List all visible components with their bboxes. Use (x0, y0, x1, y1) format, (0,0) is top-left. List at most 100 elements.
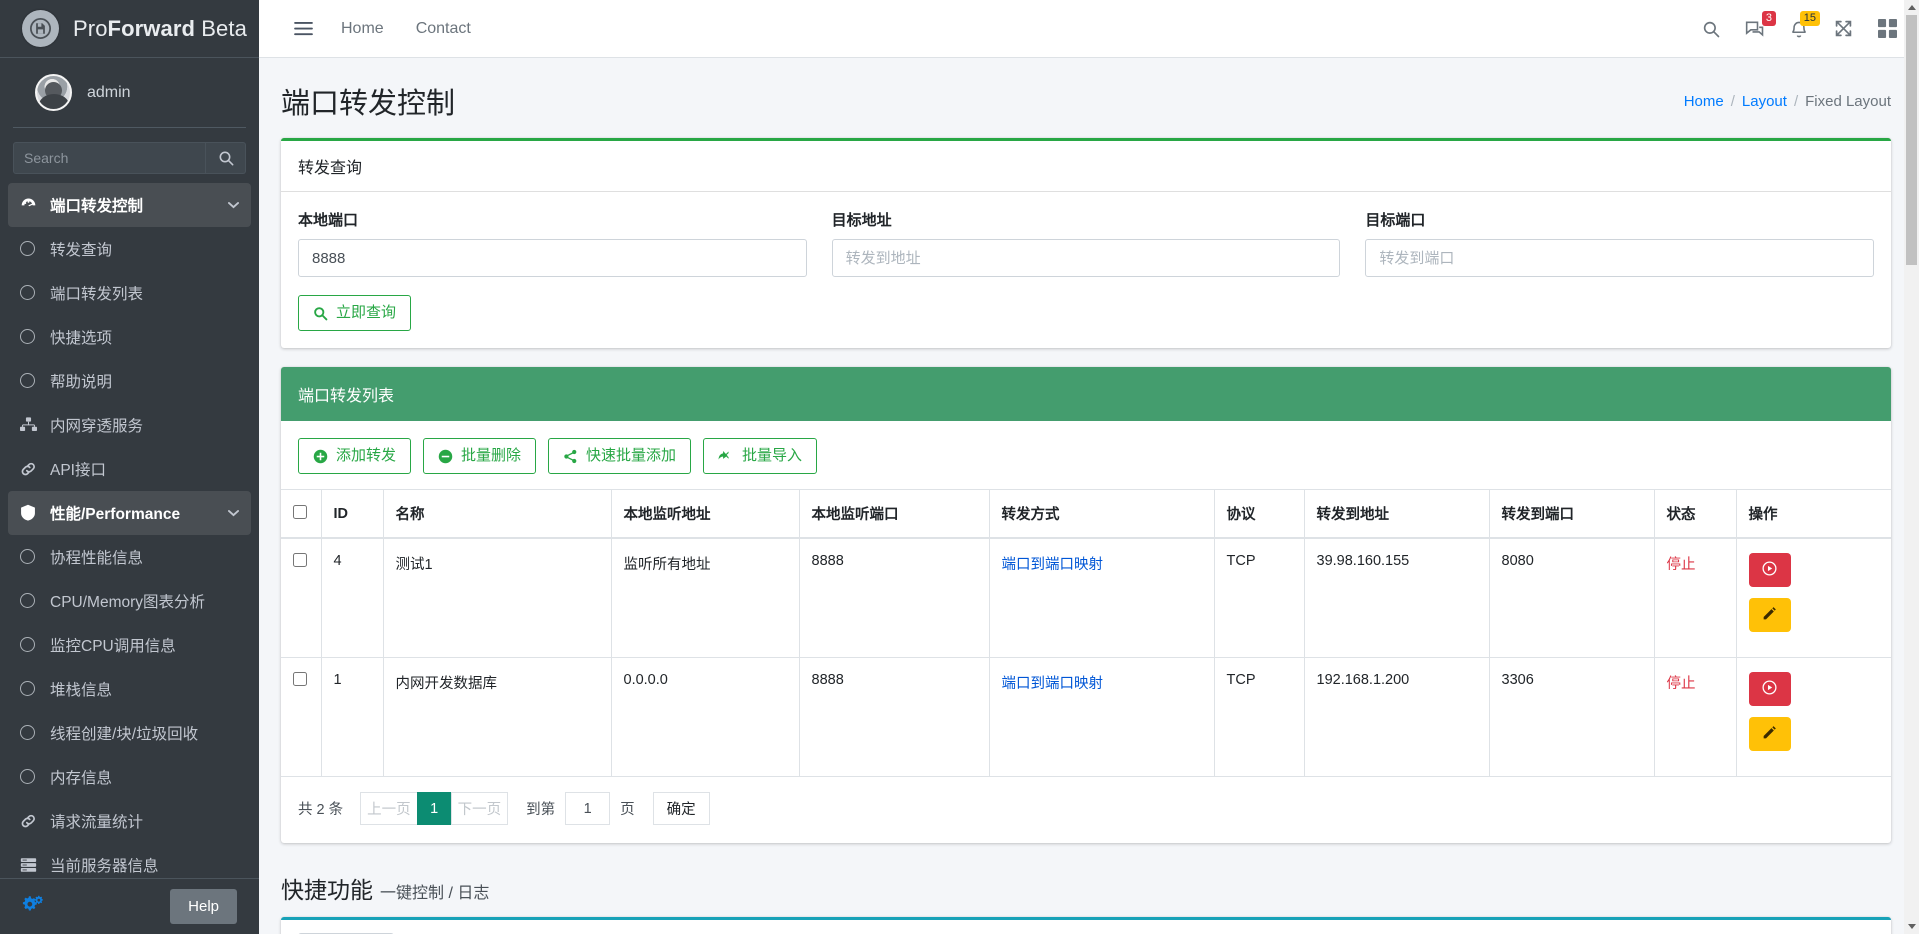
pagination-confirm-button[interactable]: 确定 (652, 792, 710, 825)
circle-icon (20, 593, 46, 609)
help-button[interactable]: Help (170, 889, 237, 924)
row-forward-mode-link[interactable]: 端口到端口映射 (1002, 557, 1104, 573)
add-forward-label: 添加转发 (336, 447, 397, 464)
sidebar-search[interactable] (13, 142, 246, 174)
row-checkbox[interactable] (293, 553, 307, 567)
sidebar-item-12[interactable]: 线程创建/块/垃圾回收 (8, 711, 251, 755)
field-local-port: 本地端口 (298, 209, 807, 277)
search-icon[interactable] (1689, 7, 1733, 51)
grid-icon[interactable] (1865, 7, 1909, 51)
circle-icon (20, 681, 46, 697)
pagination-next-button[interactable]: 下一页 (450, 792, 509, 825)
forward-list-title: 端口转发列表 (281, 367, 1891, 421)
search-input[interactable] (13, 142, 207, 174)
row-forward-mode[interactable]: 端口到端口映射 (988, 657, 1214, 777)
sidebar-item-13[interactable]: 内存信息 (8, 755, 251, 799)
edit-button[interactable] (1748, 717, 1791, 751)
sidebar-item-5[interactable]: 内网穿透服务 (8, 403, 251, 447)
batch-delete-label: 批量删除 (461, 447, 522, 464)
brand-pre: Pro (73, 15, 108, 41)
sidebar-item-9[interactable]: CPU/Memory图表分析 (8, 579, 251, 623)
sidebar-nav: 端口转发控制 转发查询 端口转发列表 快捷选项 帮助说明 内网穿透服务 API接口性能/Pe… (0, 182, 259, 878)
page-title: 端口转发控制 (281, 88, 456, 120)
target-address-input[interactable] (831, 239, 1341, 277)
row-listen-port: 8888 (798, 657, 989, 777)
start-button[interactable] (1748, 672, 1791, 706)
scroll-down-arrow[interactable] (1904, 919, 1919, 934)
sidebar-item-7[interactable]: 性能/Performance (8, 490, 251, 535)
messages-icon[interactable]: 3 (1733, 7, 1777, 51)
query-submit-label: 立即查询 (336, 304, 397, 321)
user-panel[interactable]: admin (13, 58, 246, 128)
row-operations (1735, 657, 1891, 777)
column-forward-mode: 转发方式 (988, 489, 1214, 539)
chevron-down-icon[interactable] (228, 198, 239, 212)
pagination-total: 共 2 条 (298, 802, 344, 818)
row-checkbox[interactable] (293, 672, 307, 686)
sidebar-item-3[interactable]: 快捷选项 (8, 315, 251, 359)
sidebar-item-4[interactable]: 帮助说明 (8, 359, 251, 403)
add-forward-button[interactable]: 添加转发 (298, 438, 412, 474)
brand-header[interactable]: ProForward Beta (0, 0, 259, 58)
start-button[interactable] (1748, 553, 1791, 587)
breadcrumb-separator: / (1730, 92, 1735, 110)
row-target-address: 192.168.1.200 (1303, 657, 1489, 777)
target-port-input[interactable] (1365, 239, 1875, 277)
sidebar-item-6[interactable]: API接口 (8, 447, 251, 491)
sidebar-item-10[interactable]: 监控CPU调用信息 (8, 623, 251, 667)
row-listen-port: 8888 (798, 538, 989, 658)
scroll-up-arrow[interactable] (1904, 0, 1919, 15)
batch-delete-button[interactable]: 批量删除 (423, 438, 537, 474)
scroll-thumb[interactable] (1906, 15, 1917, 265)
fullscreen-icon[interactable] (1821, 7, 1865, 51)
column-target-port: 转发到端口 (1488, 489, 1654, 539)
select-all-checkbox[interactable] (293, 504, 307, 519)
query-submit-button[interactable]: 立即查询 (298, 295, 412, 331)
sidebar-item-label: CPU/Memory图表分析 (50, 593, 206, 611)
quick-batch-add-button[interactable]: 快速批量添加 (548, 438, 692, 474)
row-forward-mode-link[interactable]: 端口到端口映射 (1002, 676, 1104, 692)
search-icon[interactable] (206, 142, 246, 174)
notifications-badge: 15 (1799, 10, 1820, 27)
pencil-icon (1762, 606, 1777, 624)
sidebar-item-0[interactable]: 端口转发控制 (8, 182, 251, 227)
sidebar-item-15[interactable]: 当前服务器信息 (8, 843, 251, 878)
nav-link-home[interactable]: Home (325, 20, 400, 38)
hamburger-icon[interactable] (281, 7, 325, 51)
minus-circle-icon (438, 449, 453, 464)
content-header: 端口转发控制 Home / Layout / Fixed Layout (259, 58, 1919, 138)
sidebar-item-14[interactable]: 请求流量统计 (8, 799, 251, 843)
gears-icon[interactable] (22, 894, 44, 919)
pagination-jump-input[interactable] (565, 792, 611, 825)
row-target-port: 3306 (1488, 657, 1654, 777)
pagination-prev-button[interactable]: 上一页 (360, 792, 418, 825)
row-forward-mode[interactable]: 端口到端口映射 (988, 538, 1214, 658)
bell-icon[interactable]: 15 (1777, 7, 1821, 51)
breadcrumb-item-0[interactable]: Home (1684, 93, 1724, 110)
sidebar-item-11[interactable]: 堆栈信息 (8, 667, 251, 711)
user-avatar (35, 74, 72, 111)
sitemap-icon (20, 416, 46, 433)
breadcrumb-item-1[interactable]: Layout (1742, 93, 1787, 110)
play-circle-icon (1761, 560, 1778, 580)
sidebar-item-2[interactable]: 端口转发列表 (8, 271, 251, 315)
sidebar-item-8[interactable]: 协程性能信息 (8, 535, 251, 579)
nav-link-contact[interactable]: Contact (400, 20, 487, 38)
chevron-down-icon[interactable] (228, 506, 239, 520)
sidebar-item-1[interactable]: 转发查询 (8, 227, 251, 271)
query-form-row: 本地端口 目标地址 目标端口 (298, 209, 1875, 277)
sidebar-item-label: 当前服务器信息 (50, 857, 159, 875)
circle-icon (20, 285, 46, 301)
sidebar-item-label: 性能/Performance (50, 505, 181, 523)
table-action-bar: 添加转发 批量删除 快速批量添加 批量导入 (281, 421, 1891, 489)
column-operation: 操作 (1735, 489, 1891, 539)
pagination-page-1[interactable]: 1 (416, 792, 452, 825)
batch-import-button[interactable]: 批量导入 (703, 438, 818, 474)
field-target-port-label: 目标端口 (1365, 212, 1426, 229)
row-target-address: 39.98.160.155 (1303, 538, 1489, 658)
local-port-input[interactable] (298, 239, 807, 277)
page-scrollbar[interactable] (1904, 0, 1919, 934)
sidebar-footer: Help (0, 878, 259, 934)
edit-button[interactable] (1748, 598, 1791, 632)
column-listen-port: 本地监听端口 (798, 489, 989, 539)
